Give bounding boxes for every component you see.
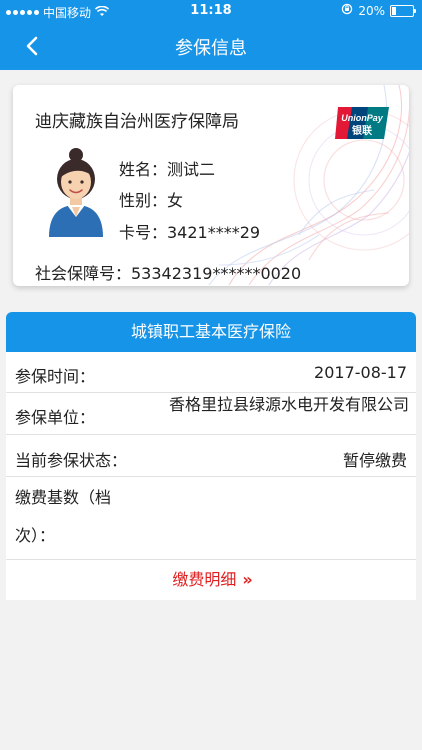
contribution-base-label: 缴费基数（档次）： — [15, 488, 112, 545]
unionpay-cn-text: 银联 — [352, 124, 372, 137]
orientation-lock-icon — [341, 3, 353, 18]
status-value: 暂停缴费 — [342, 451, 407, 470]
info-row-contribution-base: 缴费基数（档次）： — [6, 477, 416, 560]
enroll-date-value: 2017-08-17 — [314, 363, 407, 382]
unionpay-text: UnionPay — [341, 113, 384, 123]
info-row-enroll-unit: 参保单位： 香格里拉县绿源水电开发有限公司 — [6, 393, 416, 435]
card-gender: 性别：女 — [119, 191, 184, 210]
insurance-card: 迪庆藏族自治州医疗保障局 UnionPay 银联 姓名：测试二 性别：女 卡号：… — [13, 85, 409, 286]
info-row-status: 当前参保状态： 暂停缴费 — [6, 435, 416, 477]
card-ssn: 社会保障号：53342319******0020 — [35, 264, 302, 283]
enroll-unit-label: 参保单位： — [15, 408, 96, 427]
enroll-unit-value: 香格里拉县绿源水电开发有限公司 — [169, 395, 410, 414]
status-right: 20% — [341, 3, 416, 18]
battery-icon — [390, 4, 416, 17]
unionpay-logo: UnionPay 银联 — [335, 107, 389, 139]
card-name: 姓名：测试二 — [119, 160, 216, 179]
page-title: 参保信息 — [175, 38, 247, 59]
payment-detail-link[interactable]: 缴费明细 » — [6, 560, 416, 600]
top-bar: 中国移动 11:18 20% 参保信息 — [0, 0, 422, 70]
status-label: 当前参保状态： — [15, 451, 128, 470]
info-row-enroll-date: 参保时间： 2017-08-17 — [6, 352, 416, 393]
enroll-date-label: 参保时间： — [15, 367, 96, 386]
card-org-name: 迪庆藏族自治州医疗保障局 — [35, 112, 239, 132]
insurance-info-panel: 城镇职工基本医疗保险 参保时间： 2017-08-17 参保单位： 香格里拉县绿… — [6, 312, 416, 600]
status-bar: 中国移动 11:18 20% — [0, 0, 422, 22]
double-chevron-right-icon: » — [242, 570, 252, 589]
insurance-type-header: 城镇职工基本医疗保险 — [6, 312, 416, 352]
payment-detail-label: 缴费明细 — [172, 570, 237, 589]
battery-percent: 20% — [358, 3, 385, 18]
avatar-icon — [49, 148, 103, 237]
battery-fill — [392, 6, 397, 15]
nav-bar: 参保信息 — [0, 22, 422, 70]
card-number: 卡号：3421****29 — [119, 223, 261, 242]
